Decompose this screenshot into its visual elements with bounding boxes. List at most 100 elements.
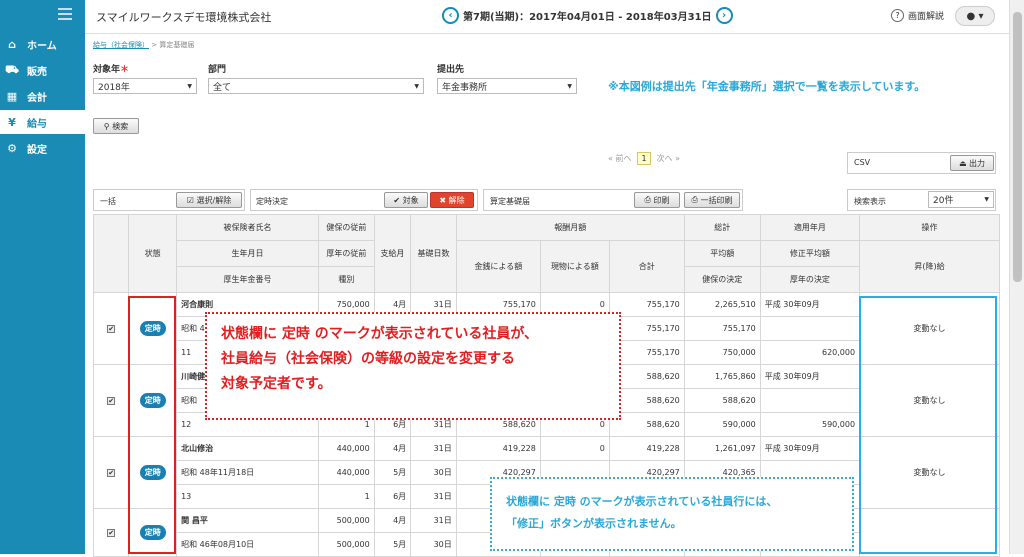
cell-apply: 平成 30年09月 [759,364,861,389]
col-status: 状態 [128,214,178,293]
col-birth: 生年月日 [176,240,319,267]
scrollbar[interactable] [1009,0,1024,554]
col-kind-pay: 現物による額 [539,240,610,293]
cell-apply: 620,000 [759,340,861,365]
display-label: 検索表示 [854,197,886,206]
cell-month: 6月 [373,484,412,509]
col-kenpo-det: 健保の決定 [683,266,761,293]
cart-icon: ⛟ [5,62,19,76]
row-checkbox[interactable]: ✔ [92,508,130,557]
cell-kind: 0 [539,436,610,461]
sidebar-item[interactable]: ▦ 会計 [0,84,85,108]
chevron-down-icon: ▼ [984,196,989,203]
col-kosei-det: 厚年の決定 [759,266,861,293]
callout-line: 社員給与（社会保険）の等級の設定を変更する [221,351,515,367]
row-checkbox[interactable]: ✔ [92,292,130,365]
dest-label: 提出先 [437,65,465,75]
breadcrumb-current: 算定基礎届 [159,41,195,49]
cell-apply: 590,000 [759,412,861,437]
callout-line: 対象予定者です。 [221,376,332,392]
sidebar-item[interactable]: ⛟ 販売 [0,58,85,82]
year-label: 対象年＊ [93,65,130,75]
csv-export-button[interactable]: ⏏ 出力 [950,155,994,171]
period-selector: ‹ 第7期(当期)：2017年04月01日 - 2018年03月31日 › [442,7,733,24]
decision-label: 定時決定 [256,197,288,206]
printer-icon: ⎙ [691,195,698,204]
dept-select[interactable]: 全て ▼ [208,78,424,94]
scrollbar-thumb[interactable] [1013,12,1022,282]
col-pay: 報酬月額 [455,214,685,241]
chevron-down-icon: ▼ [414,82,419,90]
year-select[interactable]: 2018年 ▼ [93,78,197,94]
pager-prev[interactable]: « 前へ [608,153,631,164]
cell-name: 北山修治 [176,436,319,461]
menu-toggle-icon[interactable] [58,8,72,20]
sidebar: ⌂ ホーム ⛟ 販売 ▦ 会計 ¥ 給与 ⚙ 設定 [0,0,85,554]
cell-days: 30日 [410,460,457,485]
col-avg: 平均額 [683,240,761,267]
check-icon: ✔ [393,195,401,205]
breadcrumb-parent[interactable]: 給与（社会保険） [93,41,149,49]
user-menu-button[interactable]: ● ▾ [955,6,995,26]
cell-name: 昭和 46年08月10日 [176,532,319,557]
sidebar-item[interactable]: ⌂ ホーム [0,32,85,56]
help-label: 画面解説 [908,12,945,22]
search-button[interactable]: ⚲ 検索 [93,118,139,134]
search-icon: ⚲ [103,121,110,131]
sidebar-item-label: ホーム [27,40,57,52]
payroll-icon: ¥ [8,115,16,129]
row-checkbox[interactable]: ✔ [92,436,130,509]
pager-next[interactable]: 次へ » [657,153,680,164]
callout-line: 状態欄に 定時 のマークが表示されている社員が、 [221,326,539,342]
cell-sum: 419,228 [608,436,685,461]
dept-label: 部門 [208,65,227,75]
cell-days: 31日 [410,508,457,533]
print-button[interactable]: ⎙ 印刷 [634,192,680,208]
operation-column-highlight [859,296,997,554]
prev-period-icon[interactable]: ‹ [442,7,459,24]
dest-select[interactable]: 年金事務所 ▼ [437,78,577,94]
sidebar-item[interactable]: ⚙ 設定 [0,136,85,160]
note-top: ※本図例は提出先「年金事務所」選択で一覧を表示しています。 [608,80,926,93]
row-checkbox[interactable]: ✔ [92,364,130,437]
sidebar-item[interactable]: ¥ 給与 [0,110,85,134]
sidebar-item-label: 設定 [27,144,47,156]
home-icon: ⌂ [8,37,16,51]
col-days: 基礎日数 [410,214,457,293]
print-all-button[interactable]: ⎙ 一括印刷 [684,192,740,208]
export-icon: ⏏ [958,158,967,168]
cell-total: 590,000 [683,412,761,437]
col-name: 被保険者氏名 [176,214,319,241]
col-kosei-prev: 厚年の従前 [317,240,375,267]
callout-status-note: 状態欄に 定時 のマークが表示されている社員が、 社員給与（社会保険）の等級の設… [205,312,621,420]
calculator-icon: ▦ [6,89,18,103]
cell-days: 31日 [410,436,457,461]
col-apply: 適用年月 [759,214,861,241]
question-icon: ? [891,9,904,22]
cell-month: 5月 [373,460,412,485]
cancel-target-button[interactable]: ✖ 解除 [430,192,474,208]
cell-days: 30日 [410,532,457,557]
csv-label: CSV [854,158,871,167]
cell-total: 2,265,510 [683,292,761,317]
pager: « 前へ 1 次へ » [605,152,683,165]
select-toggle-button[interactable]: ☑ 選択/解除 [176,192,242,208]
bulk-label: 一括 [100,197,116,206]
close-icon: ✖ [439,195,447,205]
display-count-select[interactable]: 20件 ▼ [928,191,994,208]
cell-total: 1,765,860 [683,364,761,389]
cell-month: 4月 [373,508,412,533]
target-button[interactable]: ✔ 対象 [384,192,428,208]
checkbox-icon: ☑ [186,195,194,205]
period-label: 第7期(当期)：2017年04月01日 - 2018年03月31日 [463,12,712,23]
sidebar-item-label: 会計 [27,92,47,104]
cell-prev: 500,000 [317,508,375,533]
next-period-icon[interactable]: › [715,7,733,24]
col-kind: 種別 [317,266,375,293]
pager-current[interactable]: 1 [637,152,651,165]
col-op: 操作 [859,214,1000,241]
cell-total: 755,170 [683,316,761,341]
col-sum: 合計 [608,240,685,293]
caret-down-icon: ▾ [978,10,984,22]
help-link[interactable]: ? 画面解説 [891,9,944,22]
